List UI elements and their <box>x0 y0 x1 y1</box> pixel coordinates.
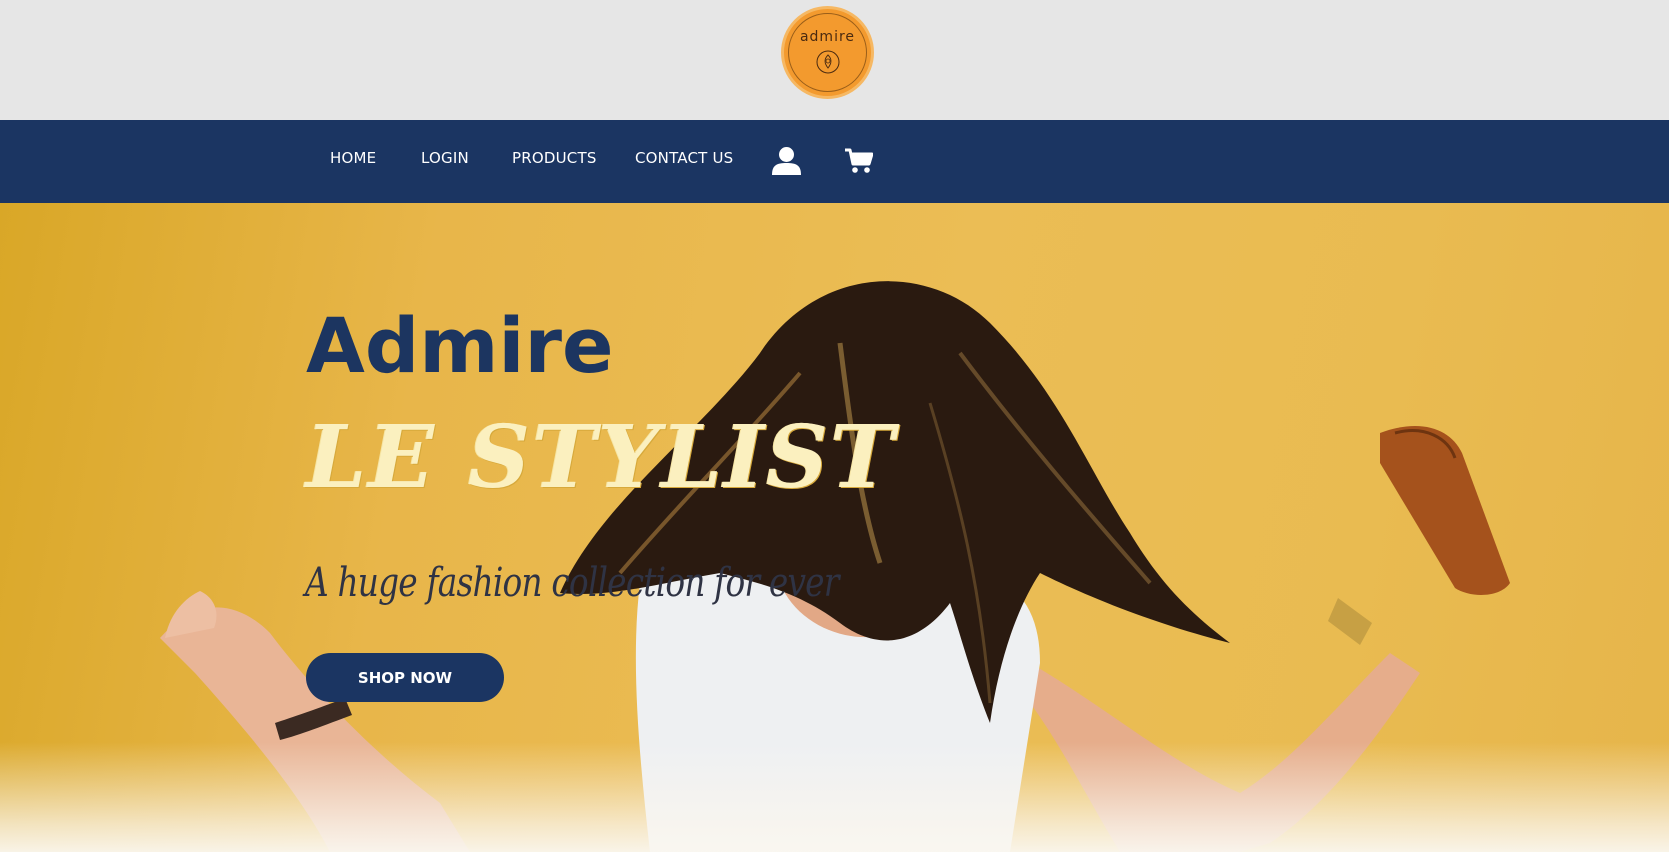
top-header: admire <box>0 0 1669 120</box>
hero-bottom-fade <box>0 742 1669 852</box>
brand-logo[interactable]: admire <box>781 6 874 99</box>
nav-contact-us[interactable]: CONTACT US <box>635 149 733 167</box>
hero-subtitle: LE STYLIST <box>306 407 897 508</box>
logo-emblem-icon <box>816 50 840 74</box>
main-nav: HOME LOGIN PRODUCTS CONTACT US <box>0 120 1669 203</box>
hero-banner: Admire LE STYLIST A huge fashion collect… <box>0 203 1669 852</box>
hero-title: Admire <box>306 301 614 390</box>
hero-tagline: A huge fashion collection for ever <box>305 560 839 606</box>
nav-products[interactable]: PRODUCTS <box>512 149 597 167</box>
logo-text: admire <box>799 29 856 45</box>
user-icon[interactable] <box>771 146 802 176</box>
cart-icon[interactable] <box>845 148 873 174</box>
nav-home[interactable]: HOME <box>330 149 376 167</box>
shop-now-button[interactable]: SHOP NOW <box>306 653 504 702</box>
nav-login[interactable]: LOGIN <box>421 149 469 167</box>
